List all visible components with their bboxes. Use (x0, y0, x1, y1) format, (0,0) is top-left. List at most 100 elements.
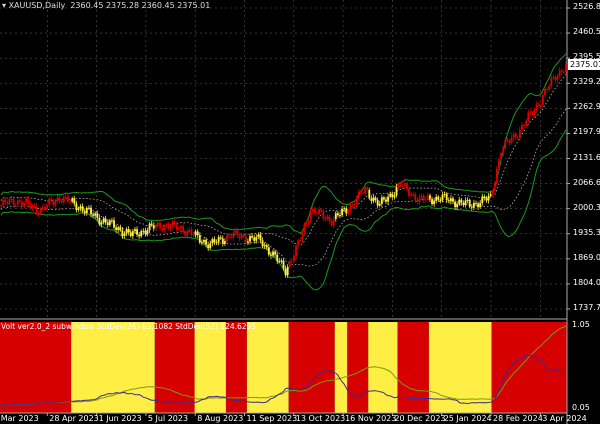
candle-body (213, 239, 216, 243)
candle-body (330, 220, 333, 226)
candle-body (157, 222, 159, 225)
candle-body (261, 240, 264, 247)
candle-body (355, 198, 358, 206)
time-tick-label: 28 Apr 2023 (49, 414, 99, 423)
candle-body (236, 230, 239, 236)
time-tick-label: 24 Mar 2023 (0, 414, 39, 423)
candle-body (18, 200, 21, 202)
price-chart[interactable] (0, 0, 600, 424)
candle-body (506, 140, 509, 142)
candle-body (50, 198, 53, 202)
candle-body (108, 220, 111, 225)
candle-body (523, 124, 526, 126)
candle-body (382, 197, 385, 200)
candle-body (426, 195, 429, 200)
candle-body (414, 194, 417, 201)
candle-body (320, 209, 323, 212)
candle-body (558, 70, 561, 77)
candle-body (437, 196, 440, 200)
candle-body (410, 194, 413, 196)
candle-body (217, 237, 220, 243)
candle-body (144, 230, 147, 235)
candle-body (408, 189, 410, 196)
candle-body (255, 236, 258, 241)
candle-body (56, 197, 59, 201)
candle-body (71, 198, 74, 202)
time-tick-label: 16 Nov 2023 (345, 414, 397, 423)
candle-body (406, 183, 408, 190)
candle-body (301, 232, 304, 240)
candle-body (439, 199, 442, 201)
candle-body (487, 195, 490, 201)
regime-band (0, 322, 72, 413)
candle-body (297, 240, 300, 246)
price-tick-label: 2329.20 (573, 77, 600, 87)
candle-body (387, 196, 390, 202)
candle-body (52, 201, 55, 205)
candle-body (504, 140, 507, 149)
candle-body (27, 198, 30, 204)
candle-body (311, 208, 314, 212)
price-tick-label: 2000.30 (573, 202, 600, 212)
candle-body (131, 231, 134, 237)
time-tick-label: 8 Aug 2023 (197, 414, 244, 423)
candle-body (123, 233, 126, 236)
candle-body (477, 203, 480, 208)
candle-body (454, 201, 457, 208)
candle-body (359, 191, 362, 193)
candle-body (309, 211, 312, 222)
candle-body (21, 201, 23, 206)
candle-body (272, 251, 274, 256)
candle-body (370, 198, 373, 201)
candle-body (83, 211, 86, 214)
candle-body (31, 205, 34, 208)
candle-body (12, 198, 15, 205)
candle-body (150, 223, 153, 226)
price-tick-label: 2460.50 (573, 27, 600, 37)
candle-body (544, 89, 546, 96)
candle-body (77, 208, 80, 211)
price-tick-label: 2066.60 (573, 177, 600, 187)
candle-body (54, 200, 57, 205)
candle-body (516, 137, 519, 139)
price-tick-label: 2197.90 (573, 127, 600, 137)
time-tick-label: 11 Sep 2023 (246, 414, 298, 423)
candle-body (92, 214, 95, 216)
price-tick-label: 2395.50 (573, 52, 600, 62)
candle-body (267, 247, 270, 255)
candle-body (468, 199, 471, 207)
candle-body (362, 192, 364, 194)
candle-body (6, 202, 9, 205)
candle-body (514, 134, 517, 138)
candle-body (521, 124, 523, 130)
candle-body (96, 213, 99, 218)
candle-body (14, 204, 17, 206)
candle-body (479, 202, 482, 208)
candle-body (64, 196, 67, 198)
candle-body (531, 112, 534, 115)
candle-body (259, 234, 262, 241)
candle-body (343, 208, 346, 210)
candle-body (562, 71, 565, 73)
regime-band (347, 322, 369, 413)
candle-body (313, 208, 316, 214)
candle-body (290, 261, 293, 263)
candle-body (29, 203, 32, 208)
candle-body (433, 200, 436, 205)
candle-body (435, 196, 438, 201)
candle-body (182, 226, 185, 233)
candle-body (424, 199, 427, 201)
candle-body (316, 213, 318, 215)
candle-body (203, 240, 205, 243)
candle-body (539, 104, 542, 106)
candle-body (75, 203, 78, 211)
inner-lower-band (0, 108, 567, 267)
candle-body (211, 239, 214, 244)
candle-body (345, 208, 348, 214)
candle-body (372, 197, 375, 201)
candle-body (537, 104, 540, 106)
candle-body (466, 199, 469, 201)
candle-body (152, 225, 155, 229)
candle-body (472, 202, 475, 208)
candle-body (303, 224, 306, 233)
